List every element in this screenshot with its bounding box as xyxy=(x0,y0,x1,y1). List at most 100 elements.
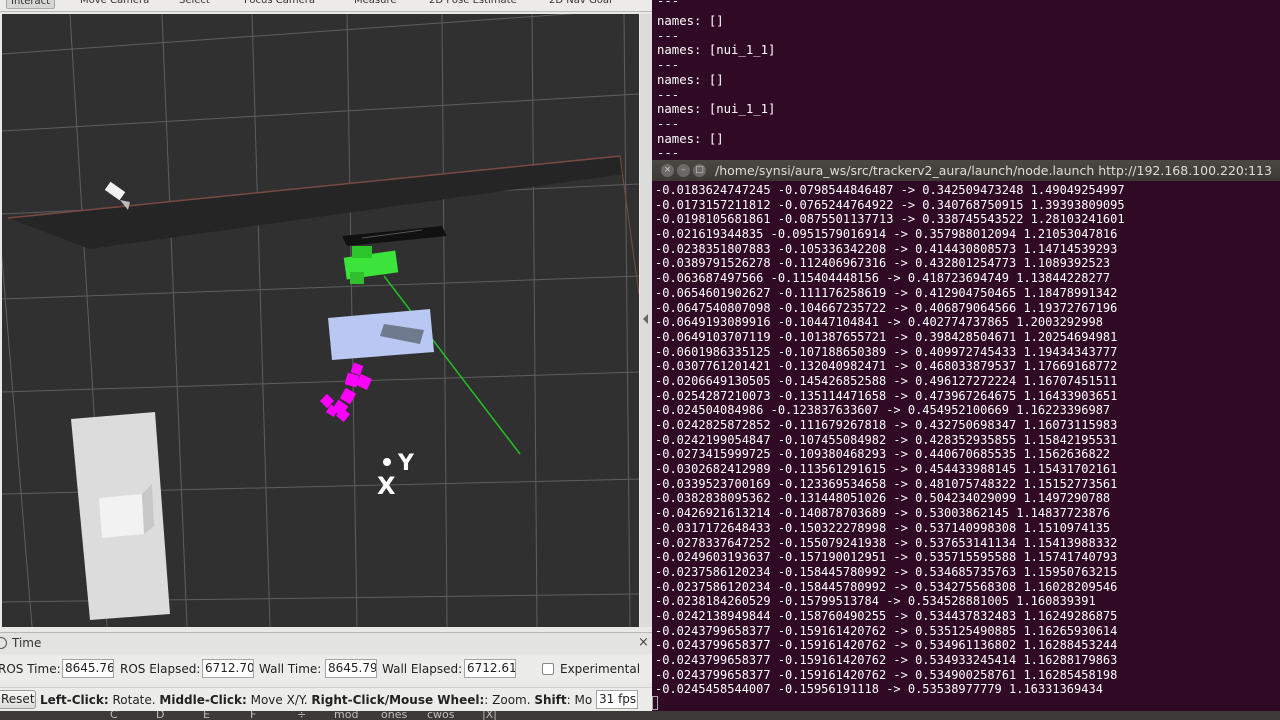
taskbar-item[interactable]: ones xyxy=(381,711,407,720)
terminal-line: -0.0237586120234 -0.158445780992 -> 0.53… xyxy=(655,564,1118,579)
terminal-line: names: [] xyxy=(657,14,724,28)
terminal-bottom[interactable]: × – □ /home/synsi/aura_ws/src/trackerv2_… xyxy=(652,160,1280,711)
taskbar-item[interactable]: ÷ xyxy=(297,711,306,720)
terminal-line: -0.0243799658377 -0.159161420762 -> 0.53… xyxy=(655,623,1118,638)
status-bar: Reset Left-Click: Rotate. Middle-Click: … xyxy=(0,687,652,711)
camera-marker xyxy=(104,181,130,210)
magenta-markers xyxy=(319,362,372,423)
maximize-window-icon[interactable]: □ xyxy=(693,164,706,177)
terminal-line: -0.0242825872852 -0.111679267818 -> 0.43… xyxy=(655,418,1118,432)
terminal-line: -0.0243799658377 -0.159161420762 -> 0.53… xyxy=(655,653,1118,667)
terminal-line: -0.0254287210073 -0.135114471658 -> 0.47… xyxy=(655,388,1118,403)
green-line xyxy=(383,275,521,455)
tool-interact[interactable]: Interact xyxy=(6,0,56,9)
clock-icon xyxy=(0,637,7,649)
time-panel-fields: ROS Time: 8645.76 ROS Elapsed: 6712.70 W… xyxy=(0,656,652,682)
terminal-line: -0.0647540807098 -0.104667235722 -> 0.40… xyxy=(655,300,1118,315)
terminal-title: /home/synsi/aura_ws/src/trackerv2_aura/l… xyxy=(715,163,1272,178)
viewport-splitter[interactable] xyxy=(640,14,652,627)
terminal-line: --- xyxy=(657,58,680,72)
terminal-top[interactable]: --- names: [] --- names: [nui_1_1] --- n… xyxy=(652,0,1280,160)
experimental-label: Experimental xyxy=(560,662,641,676)
tool-2d-nav-goal[interactable]: 2D Nav Goal xyxy=(545,0,616,9)
terminal-line: -0.0426921613214 -0.140878703689 -> 0.53… xyxy=(655,506,1111,521)
ros-elapsed-field[interactable]: 6712.70 xyxy=(202,659,254,678)
wall-elapsed-label: Wall Elapsed: xyxy=(382,662,463,676)
collapse-arrow-icon[interactable] xyxy=(643,314,648,324)
taskbar: C D E F ÷ mod ones cwos |X| xyxy=(0,711,1280,720)
taskbar-item[interactable]: cwos xyxy=(427,711,455,720)
terminal-line: -0.0307761201421 -0.132040982471 -> 0.46… xyxy=(655,359,1118,374)
terminal-line: -0.0302682412989 -0.113561291615 -> 0.45… xyxy=(655,462,1118,477)
origin-point xyxy=(383,458,391,466)
terminal-line: -0.0249603193637 -0.157190012951 -> 0.53… xyxy=(655,550,1118,565)
terminal-line: -0.0649193089916 -0.10447104841 -> 0.402… xyxy=(655,315,1103,330)
minimize-window-icon[interactable]: – xyxy=(677,164,690,177)
terminal-line: names: [] xyxy=(657,73,724,87)
reset-button[interactable]: Reset xyxy=(0,690,36,709)
taskbar-item[interactable]: C xyxy=(110,711,118,720)
terminal-line: -0.0382838095362 -0.131448051026 -> 0.50… xyxy=(655,491,1111,506)
ros-time-field[interactable]: 8645.76 xyxy=(62,659,114,678)
terminal-line: --- xyxy=(657,0,680,8)
terminal-line: -0.0649103707119 -0.101387655721 -> 0.39… xyxy=(655,329,1118,344)
desktop: Interact Move Camera Select Focus Camera… xyxy=(0,0,1280,720)
terminal-line: --- xyxy=(657,29,680,43)
time-panel-header: Time × xyxy=(0,632,652,654)
terminal-line: -0.0206649130505 -0.145426852588 -> 0.49… xyxy=(655,373,1118,388)
taskbar-item[interactable]: |X| xyxy=(482,711,497,720)
terminal-line: -0.0242138949844 -0.158760490255 -> 0.53… xyxy=(655,608,1118,623)
fps-counter: 31 fps xyxy=(596,690,638,709)
terminal-line: -0.0389791526278 -0.112406967316 -> 0.43… xyxy=(655,256,1111,271)
close-icon[interactable]: × xyxy=(638,635,649,650)
terminal-line: -0.0242199054847 -0.107455084982 -> 0.42… xyxy=(655,432,1118,447)
terminal-line: -0.0243799658377 -0.159161420762 -> 0.53… xyxy=(655,638,1118,653)
terminal-line: -0.0245458544007 -0.15956191118 -> 0.535… xyxy=(655,682,1103,697)
terminal-line: -0.0198105681861 -0.0875501137713 -> 0.3… xyxy=(655,212,1125,227)
robot-outline xyxy=(342,226,447,246)
terminal-line: --- xyxy=(657,146,680,160)
terminal-line: -0.0238184260529 -0.15799513784 -> 0.534… xyxy=(655,594,1096,609)
tool-measure[interactable]: Measure xyxy=(350,0,401,9)
terminal-line: -0.0273415999725 -0.109380468293 -> 0.44… xyxy=(655,447,1111,462)
terminal-line: names: [nui_1_1] xyxy=(657,102,776,116)
terminal-line: -0.024504084986 -0.123837633607 -> 0.454… xyxy=(655,403,1111,418)
dark-plane xyxy=(8,157,624,249)
terminal-line: -0.0339523700169 -0.123369534658 -> 0.48… xyxy=(655,476,1118,491)
terminal-line: -0.0601986335125 -0.107188650389 -> 0.40… xyxy=(655,344,1118,359)
terminal-line: names: [] xyxy=(657,132,724,146)
ros-elapsed-label: ROS Elapsed: xyxy=(120,662,201,676)
tool-move-camera[interactable]: Move Camera xyxy=(76,0,153,9)
wall-time-field[interactable]: 8645.79 xyxy=(325,659,377,678)
rviz-toolbar: Interact Move Camera Select Focus Camera… xyxy=(0,0,652,12)
terminal-line: names: [nui_1_1] xyxy=(657,43,776,57)
green-marker xyxy=(343,246,399,284)
taskbar-item[interactable]: E xyxy=(203,711,210,720)
terminal-output: -0.0183624747245 -0.0798544846487 -> 0.3… xyxy=(655,183,1279,697)
terminal-line: -0.063687497566 -0.115404448156 -> 0.418… xyxy=(655,271,1111,286)
wall-elapsed-field[interactable]: 6712.61 xyxy=(464,659,516,678)
terminal-line: -0.0654601902627 -0.111176258619 -> 0.41… xyxy=(655,285,1118,300)
terminal-line: -0.021619344835 -0.0951579016914 -> 0.35… xyxy=(655,227,1118,242)
tool-2d-pose-estimate[interactable]: 2D Pose Estimate xyxy=(425,0,521,9)
terminal-line: -0.0238351807883 -0.105336342208 -> 0.41… xyxy=(655,241,1118,256)
experimental-checkbox[interactable] xyxy=(542,663,554,675)
wall-time-label: Wall Time: xyxy=(259,662,322,676)
tool-focus-camera[interactable]: Focus Camera xyxy=(240,0,319,9)
axis-label-y: Y xyxy=(397,451,415,476)
mouse-hint: Left-Click: Rotate. Middle-Click: Move X… xyxy=(40,693,593,707)
terminal-line: -0.0237586120234 -0.158445780992 -> 0.53… xyxy=(655,579,1118,594)
taskbar-item[interactable]: D xyxy=(156,711,164,720)
blue-box xyxy=(328,309,434,360)
terminal-line: -0.0183624747245 -0.0798544846487 -> 0.3… xyxy=(655,183,1125,197)
rviz-window: Interact Move Camera Select Focus Camera… xyxy=(0,0,652,720)
white-box xyxy=(71,412,170,620)
tool-select[interactable]: Select xyxy=(175,0,214,9)
3d-viewport[interactable]: Y X xyxy=(2,14,639,627)
taskbar-item[interactable]: F xyxy=(250,711,256,720)
terminal-cursor xyxy=(652,696,658,710)
time-panel-title: Time xyxy=(12,636,42,650)
terminal-line: --- xyxy=(657,88,680,102)
taskbar-item[interactable]: mod xyxy=(334,711,358,720)
close-window-icon[interactable]: × xyxy=(661,164,674,177)
